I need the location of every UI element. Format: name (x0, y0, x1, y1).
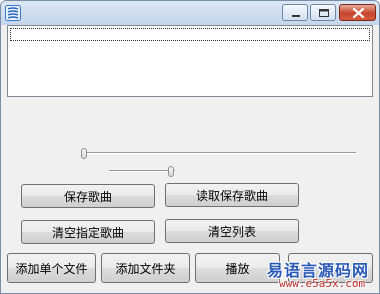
progress-slider-track[interactable] (81, 152, 356, 154)
add-single-file-button[interactable]: 添加单个文件 (7, 253, 96, 283)
song-list[interactable] (7, 25, 373, 97)
list-focus-rect (10, 28, 370, 41)
clear-selected-song-button[interactable]: 清空指定歌曲 (21, 220, 155, 244)
save-songs-button[interactable]: 保存歌曲 (21, 184, 155, 208)
volume-slider-track[interactable] (109, 170, 175, 172)
watermark-en: www.e5a5x.com (279, 277, 366, 290)
app-icon[interactable] (5, 5, 21, 21)
close-button[interactable] (339, 4, 376, 21)
app-window: 保存歌曲 读取保存歌曲 清空指定歌曲 清空列表 添加单个文件 添加文件夹 播放 … (0, 0, 380, 294)
clear-list-button[interactable]: 清空列表 (165, 219, 299, 243)
watermark-logo: 易语言源码网 www.e5a5x.com (263, 253, 379, 293)
minimize-button[interactable] (282, 4, 308, 21)
add-folder-button[interactable]: 添加文件夹 (101, 253, 190, 283)
volume-slider-thumb[interactable] (167, 166, 174, 177)
progress-slider-thumb[interactable] (81, 148, 87, 159)
title-bar[interactable] (1, 1, 379, 25)
load-saved-songs-button[interactable]: 读取保存歌曲 (165, 183, 299, 207)
maximize-button[interactable] (310, 4, 336, 21)
